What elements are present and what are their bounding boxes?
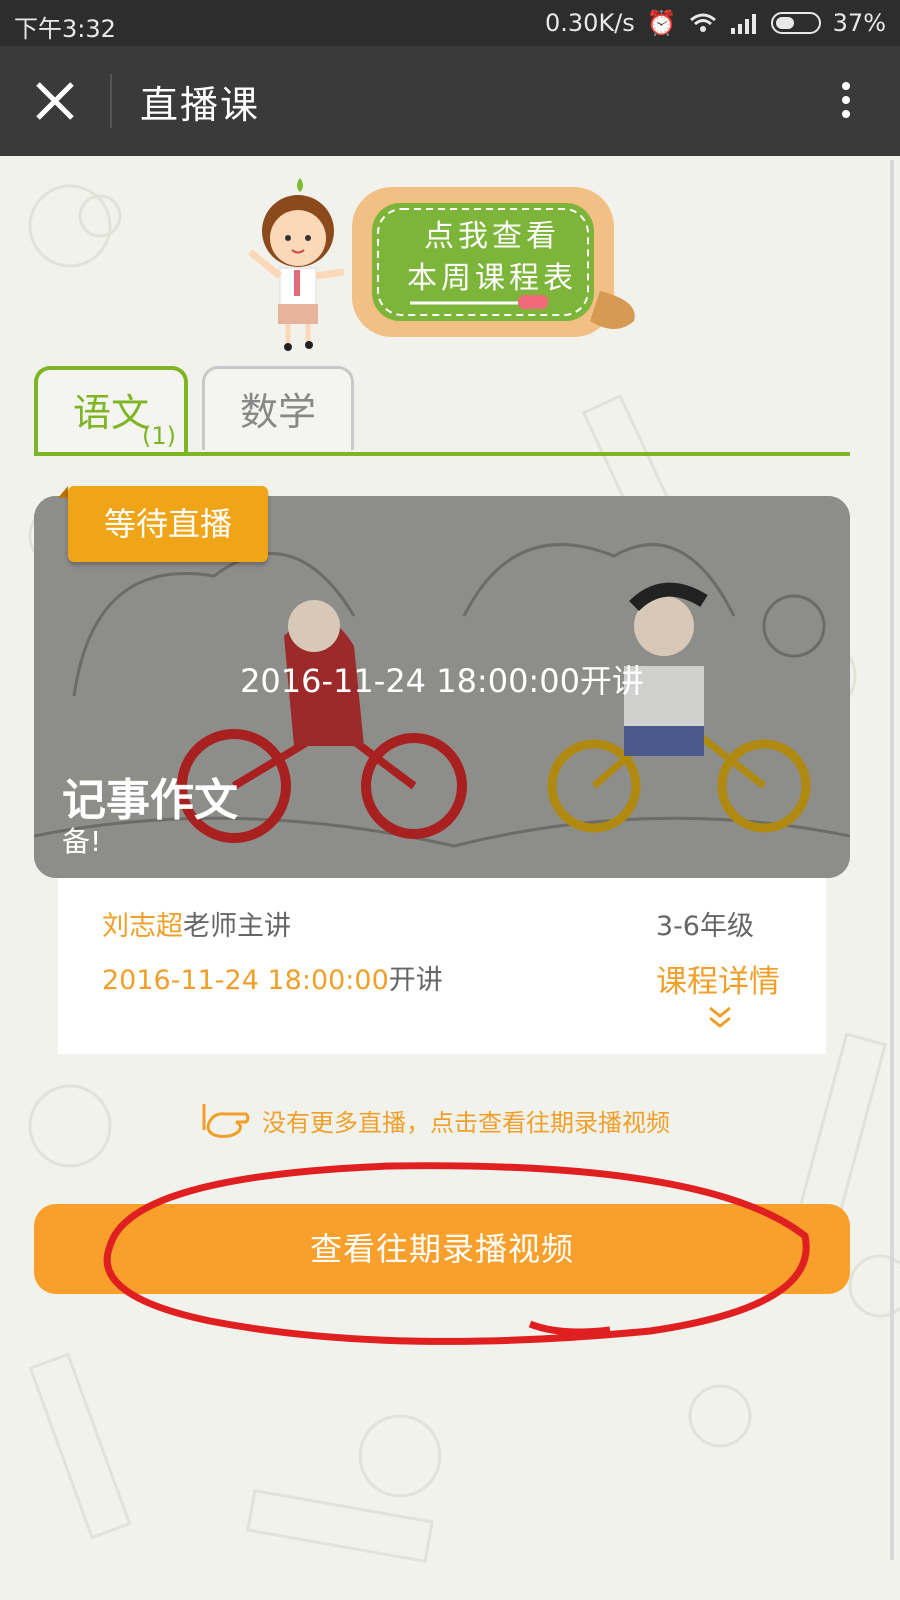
pointing-hand-icon xyxy=(202,1104,250,1138)
tab-math[interactable]: 数学 xyxy=(202,366,354,450)
no-more-live-hint: 没有更多直播，点击查看往期录播视频 xyxy=(200,1100,670,1140)
more-menu-icon[interactable] xyxy=(836,76,856,126)
ribbon-fold xyxy=(58,486,68,498)
course-info-panel: 刘志超老师主讲 2016-11-24 18:00:00开讲 3-6年级 课程详情 xyxy=(58,878,826,1054)
tab-chinese[interactable]: 语文 (1) xyxy=(34,366,188,454)
teacher-suffix: 老师主讲 xyxy=(183,911,291,942)
start-time: 2016-11-24 18:00:00 xyxy=(102,965,389,996)
start-time-line: 2016-11-24 18:00:00开讲 xyxy=(102,958,443,997)
course-title: 记事作文 xyxy=(62,775,238,826)
schedule-line-1: 点我查看 xyxy=(424,219,560,254)
status-bar: 下午3:32 0.30K/s ⏰ 37% xyxy=(0,0,900,46)
tab-math-label: 数学 xyxy=(239,390,316,434)
chevron-down-icon[interactable] xyxy=(706,1004,734,1032)
grade-label: 3-6年级 xyxy=(655,911,754,942)
course-detail-link[interactable]: 课程详情 xyxy=(656,956,780,1001)
teacher-name: 刘志超 xyxy=(102,911,183,942)
status-right: 0.30K/s ⏰ 37% xyxy=(545,9,886,37)
tab-chinese-count: (1) xyxy=(142,422,176,450)
battery-level: 37% xyxy=(832,9,886,37)
header-divider xyxy=(110,74,112,128)
status-time: 下午3:32 xyxy=(14,15,116,43)
battery-icon xyxy=(770,12,821,34)
page-title: 直播课 xyxy=(140,83,261,127)
teacher-line: 刘志超老师主讲 xyxy=(102,904,291,943)
hint-text: 没有更多直播，点击查看往期录播视频 xyxy=(262,1108,670,1137)
start-suffix: 开讲 xyxy=(388,965,443,996)
scrollbar[interactable] xyxy=(890,160,894,1560)
cover-start-time: 2016-11-24 18:00:00开讲 xyxy=(240,662,644,700)
course-subtitle: 备! xyxy=(62,825,102,858)
tab-underline xyxy=(34,452,850,456)
schedule-line-2: 本周课程表 xyxy=(407,261,577,296)
view-past-recordings-button[interactable]: 查看往期录播视频 xyxy=(34,1204,850,1294)
subject-tabs: 语文 (1) 数学 xyxy=(34,366,850,456)
mascot-boy-illustration[interactable] xyxy=(248,176,348,351)
tab-chinese-label: 语文 xyxy=(72,391,149,435)
close-icon[interactable] xyxy=(30,76,80,126)
schedule-board-text[interactable]: 点我查看 本周课程表 xyxy=(392,216,592,300)
alarm-icon: ⏰ xyxy=(646,9,677,37)
live-status-badge: 等待直播 xyxy=(68,486,268,562)
wifi-icon xyxy=(689,13,716,32)
main-content[interactable]: 点我查看 本周课程表 语文 (1) 数学 等待直播 2016-11-24 18:… xyxy=(0,156,900,1600)
signal-icon xyxy=(730,14,756,34)
network-speed: 0.30K/s xyxy=(545,9,635,37)
app-header: 直播课 xyxy=(0,46,900,156)
